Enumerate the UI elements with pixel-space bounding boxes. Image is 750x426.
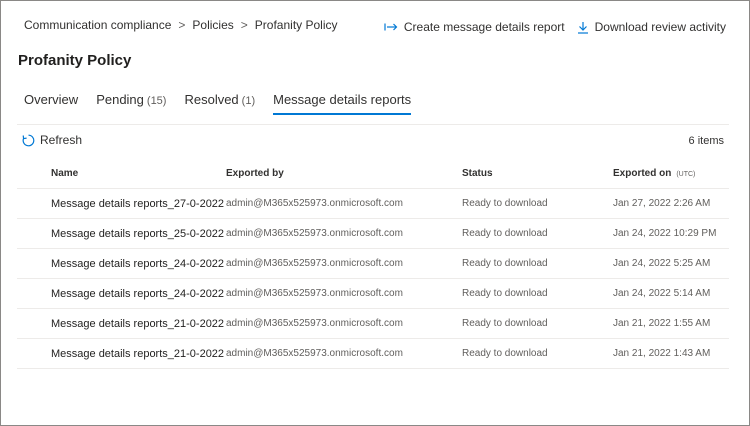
row-exported-by: admin@M365x525973.onmicrosoft.com — [226, 198, 403, 209]
tab-bar: Overview Pending (15) Resolved (1) Message… — [24, 88, 429, 115]
tab-overview[interactable]: Overview — [24, 88, 78, 115]
row-status: Ready to download — [462, 258, 548, 269]
row-exported-by: admin@M365x525973.onmicrosoft.com — [226, 288, 403, 299]
row-exported-by: admin@M365x525973.onmicrosoft.com — [226, 348, 403, 359]
row-status: Ready to download — [462, 288, 548, 299]
row-exported-by: admin@M365x525973.onmicrosoft.com — [226, 228, 403, 239]
breadcrumb: Communication compliance > Policies > Pr… — [24, 18, 338, 32]
row-status: Ready to download — [462, 318, 548, 329]
breadcrumb-item-policies[interactable]: Policies — [192, 18, 233, 32]
row-exported-on: Jan 24, 2022 10:29 PM — [613, 228, 717, 239]
column-header-exported-by[interactable]: Exported by — [226, 168, 462, 179]
row-name: Message details reports_27-0-2022 — [51, 197, 225, 210]
tab-label: Overview — [24, 92, 79, 107]
tab-count: (1) — [241, 95, 256, 107]
row-name: Message details reports_21-0-2022 — [51, 317, 225, 330]
arrow-to-right-icon — [384, 23, 398, 31]
tab-label: Message details reports — [273, 92, 412, 107]
row-exported-on: Jan 24, 2022 5:14 AM — [613, 288, 711, 299]
create-message-details-report-button[interactable]: Create message details report — [384, 20, 565, 34]
row-exported-on: Jan 21, 2022 1:55 AM — [613, 318, 711, 329]
table-row[interactable]: Message details reports_21-0-2022 admin@… — [17, 339, 729, 369]
column-header-status[interactable]: Status — [462, 168, 613, 179]
tab-label: Pending — [96, 92, 144, 107]
table-row[interactable]: Message details reports_24-0-2022 admin@… — [17, 249, 729, 279]
table-row[interactable]: Message details reports_21-0-2022 admin@… — [17, 309, 729, 339]
row-name: Message details reports_24-0-2022 — [51, 287, 225, 300]
breadcrumb-separator: > — [240, 18, 248, 32]
row-exported-on: Jan 21, 2022 1:43 AM — [613, 348, 711, 359]
breadcrumb-item-profanity-policy: Profanity Policy — [254, 18, 338, 32]
utc-label: (UTC) — [676, 170, 696, 178]
tab-pending[interactable]: Pending (15) — [96, 88, 166, 115]
table-row[interactable]: Message details reports_27-0-2022 admin@… — [17, 189, 729, 219]
row-exported-by: admin@M365x525973.onmicrosoft.com — [226, 318, 403, 329]
header-actions: Create message details report Download r… — [384, 20, 726, 34]
tab-count: (15) — [146, 95, 167, 107]
column-header-exported-on[interactable]: Exported on (UTC) — [613, 168, 729, 179]
tab-label: Resolved — [184, 92, 239, 107]
create-report-label: Create message details report — [403, 20, 565, 34]
reports-table: Name Exported by Status Exported on (UTC)… — [17, 158, 729, 369]
divider — [17, 124, 729, 125]
row-status: Ready to download — [462, 228, 548, 239]
table-header: Name Exported by Status Exported on (UTC) — [17, 158, 729, 189]
row-exported-on: Jan 27, 2022 2:26 AM — [613, 198, 711, 209]
download-review-activity-button[interactable]: Download review activity — [577, 20, 726, 34]
row-name: Message details reports_25-0-2022 — [51, 227, 225, 240]
items-count: 6 items — [688, 135, 724, 147]
row-name: Message details reports_24-0-2022 — [51, 257, 225, 270]
breadcrumb-item-communication-compliance[interactable]: Communication compliance — [24, 18, 171, 32]
row-exported-on: Jan 24, 2022 5:25 AM — [613, 258, 711, 269]
row-status: Ready to download — [462, 348, 548, 359]
tab-resolved[interactable]: Resolved (1) — [184, 88, 255, 115]
refresh-icon — [22, 134, 35, 146]
download-activity-label: Download review activity — [594, 20, 726, 34]
breadcrumb-separator: > — [178, 18, 186, 32]
row-exported-by: admin@M365x525973.onmicrosoft.com — [226, 258, 403, 269]
row-status: Ready to download — [462, 198, 548, 209]
column-header-label: Exported on — [613, 167, 672, 179]
refresh-button[interactable]: Refresh — [22, 133, 82, 147]
tab-message-details-reports[interactable]: Message details reports — [273, 88, 412, 115]
refresh-label: Refresh — [40, 133, 83, 147]
download-icon — [577, 21, 588, 34]
row-name: Message details reports_21-0-2022 — [51, 347, 225, 360]
column-header-name[interactable]: Name — [17, 168, 226, 179]
page-title: Profanity Policy — [18, 52, 132, 69]
table-row[interactable]: Message details reports_24-0-2022 admin@… — [17, 279, 729, 309]
table-row[interactable]: Message details reports_25-0-2022 admin@… — [17, 219, 729, 249]
